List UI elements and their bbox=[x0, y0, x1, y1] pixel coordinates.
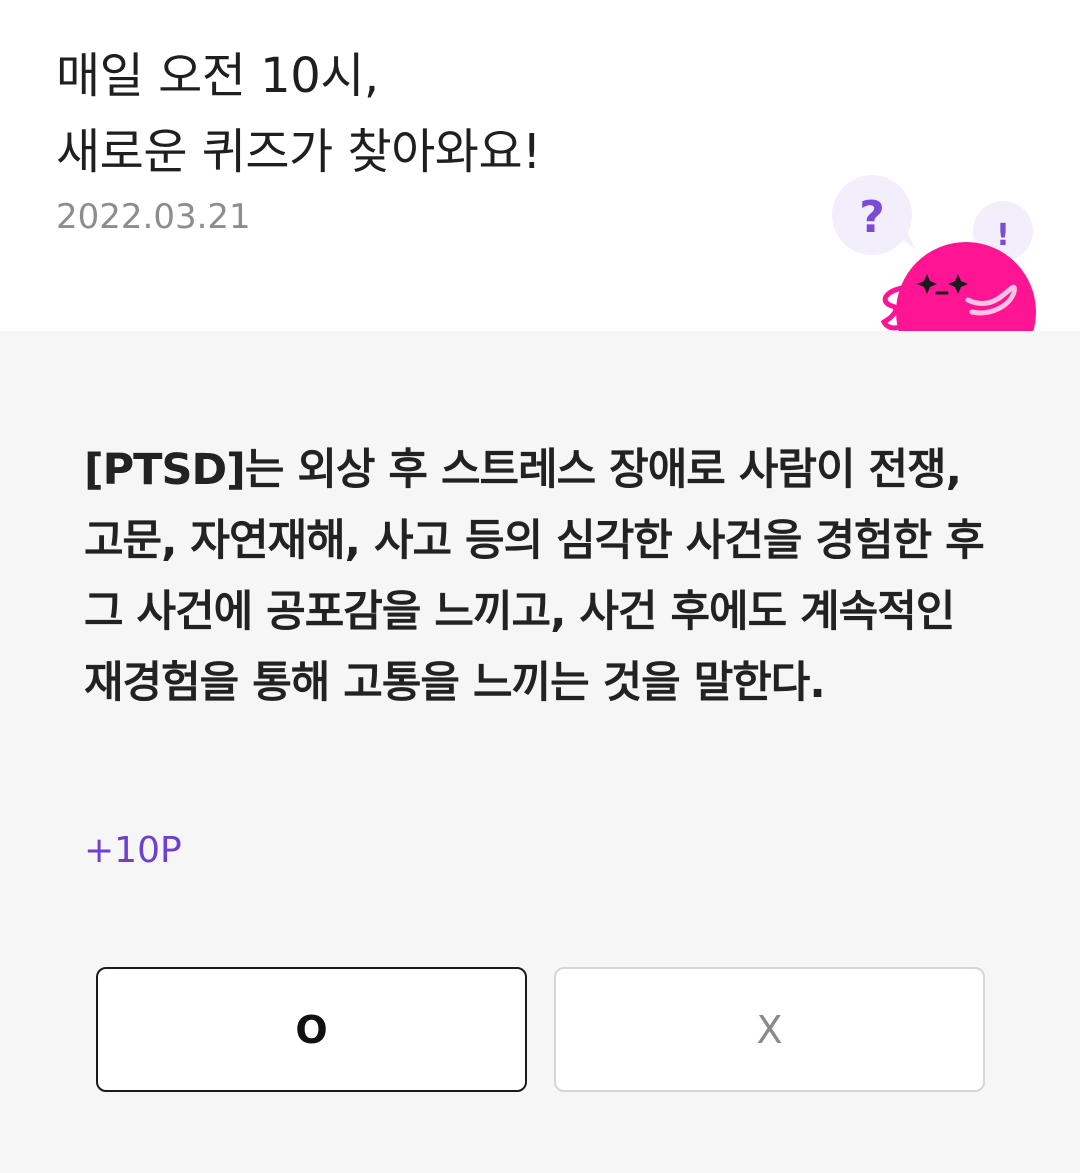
mascot-illustration: ? ! bbox=[832, 175, 1036, 331]
question-bubble-icon: ? bbox=[832, 175, 916, 255]
quiz-header: 매일 오전 10시, 새로운 퀴즈가 찾아와요! 2022.03.21 ? ! bbox=[0, 0, 1080, 331]
exclaim-mark: ! bbox=[996, 218, 1010, 253]
answer-o-button[interactable]: O bbox=[96, 967, 527, 1092]
reward-points: +10P bbox=[84, 830, 182, 871]
question-mark: ? bbox=[859, 192, 885, 243]
answer-x-label: X bbox=[756, 1007, 783, 1052]
quiz-question: [PTSD]는 외상 후 스트레스 장애로 사람이 전쟁, 고문, 자연재해, … bbox=[84, 445, 985, 708]
answer-o-label: O bbox=[295, 1007, 328, 1052]
answer-x-button[interactable]: X bbox=[554, 967, 985, 1092]
quiz-body: [PTSD]는 외상 후 스트레스 장애로 사람이 전쟁, 고문, 자연재해, … bbox=[0, 331, 1080, 1173]
